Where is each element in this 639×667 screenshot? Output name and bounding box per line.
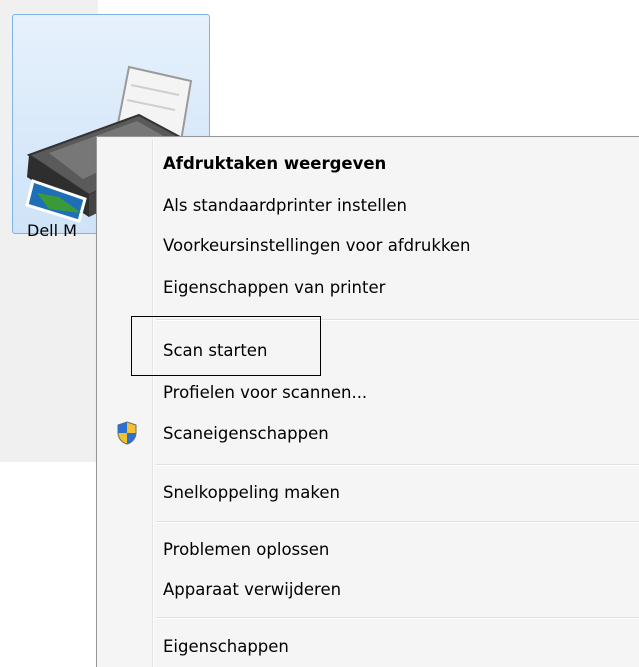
uac-shield-icon — [117, 421, 137, 445]
menu-item-label: Snelkoppeling maken — [163, 482, 340, 502]
menu-item-scan-properties[interactable]: Scaneigenschappen — [99, 415, 639, 451]
menu-item-label: Eigenschappen — [163, 636, 289, 656]
menu-item-view-print-jobs[interactable]: Afdruktaken weergeven — [99, 145, 639, 181]
menu-item-properties[interactable]: Eigenschappen — [99, 628, 639, 664]
menu-item-set-default-printer[interactable]: Als standaardprinter instellen — [99, 187, 639, 223]
desktop-stage: Dell M Afdruktaken weergeven Als standaa… — [0, 0, 639, 667]
menu-item-printing-preferences[interactable]: Voorkeursinstellingen voor afdrukken — [99, 227, 639, 263]
menu-item-label: Als standaardprinter instellen — [163, 195, 407, 215]
menu-item-start-scan[interactable]: Scan starten — [99, 332, 639, 368]
menu-item-scan-profiles[interactable]: Profielen voor scannen... — [99, 374, 639, 410]
menu-separator — [156, 617, 639, 619]
menu-separator — [156, 521, 639, 523]
menu-item-label: Problemen oplossen — [163, 539, 330, 559]
menu-item-remove-device[interactable]: Apparaat verwijderen — [99, 571, 639, 607]
menu-item-label: Afdruktaken weergeven — [163, 153, 387, 173]
menu-item-printer-properties[interactable]: Eigenschappen van printer — [99, 269, 639, 305]
menu-separator — [156, 319, 639, 321]
printer-context-menu: Afdruktaken weergeven Als standaardprint… — [96, 136, 639, 667]
menu-separator — [156, 464, 639, 466]
menu-item-create-shortcut[interactable]: Snelkoppeling maken — [99, 474, 639, 510]
menu-item-label: Scan starten — [163, 340, 268, 360]
menu-item-label: Apparaat verwijderen — [163, 579, 342, 599]
menu-item-troubleshoot[interactable]: Problemen oplossen — [99, 531, 639, 567]
menu-item-label: Eigenschappen van printer — [163, 277, 386, 297]
menu-item-label: Profielen voor scannen... — [163, 382, 368, 402]
printer-name-label: Dell M — [27, 221, 77, 240]
menu-item-label: Voorkeursinstellingen voor afdrukken — [163, 235, 471, 255]
menu-item-label: Scaneigenschappen — [163, 423, 329, 443]
